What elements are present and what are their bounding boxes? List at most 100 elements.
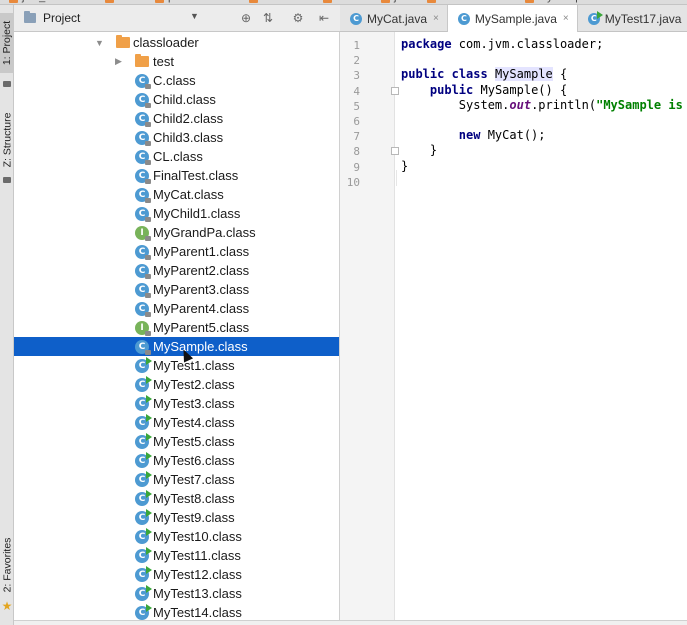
editor-tab[interactable]: C MySample.java × [447, 5, 578, 32]
close-icon[interactable]: × [563, 13, 569, 24]
code-line[interactable]: } [401, 143, 437, 157]
editor-tab-label: MySample.java [474, 11, 557, 26]
tree-item[interactable]: I MyGrandPa.class [14, 223, 339, 242]
hide-icon[interactable]: ⇤ [316, 10, 332, 26]
code-line[interactable]: System.out.println("MySample is l [401, 98, 687, 112]
tree-item[interactable]: C MyChild1.class [14, 204, 339, 223]
project-panel-title: Project [43, 11, 81, 25]
editor-tab[interactable]: C MyCat.java × [340, 5, 448, 32]
class-icon: C [135, 187, 151, 203]
tree-item[interactable]: C MyTest12.class [14, 565, 339, 584]
run-icon [146, 527, 152, 536]
interface-icon: I [135, 225, 151, 241]
code-line[interactable]: new MyCat(); [401, 128, 546, 142]
project-tree[interactable]: ▼ classloader ▶ test C C.class C Child.clas… [14, 32, 340, 625]
run-icon [146, 413, 152, 422]
class-icon: C [135, 489, 152, 506]
tree-folder-classloader[interactable]: ▼ classloader [14, 33, 339, 52]
tree-item[interactable]: C Child3.class [14, 128, 339, 147]
class-icon: C [135, 451, 152, 468]
tool-window-icon [3, 177, 11, 183]
code-editor[interactable]: 1 2 3 4 5 6 7 8 9 10 package com.jvm.classloader; p… [340, 32, 687, 625]
structure-tool-tab[interactable]: Z: Structure [0, 105, 14, 175]
tree-item-label: MyCat.class [153, 187, 224, 202]
tree-item[interactable]: C MyCat.class [14, 185, 339, 204]
tree-item[interactable]: C MyTest8.class [14, 489, 339, 508]
tree-item[interactable]: C MyTest4.class [14, 413, 339, 432]
close-icon[interactable]: × [433, 13, 439, 24]
favorites-tool-tab[interactable]: 2: Favorites [0, 530, 14, 600]
code-token: public [401, 67, 445, 82]
editor-tab[interactable]: CMyTest17.java× [578, 5, 687, 32]
tree-item-label: MyChild1.class [153, 206, 241, 221]
breadcrumb-item[interactable]: jvm [394, 0, 411, 3]
chevron-down-icon[interactable]: ▼ [190, 11, 199, 21]
lock-icon [145, 140, 151, 146]
fold-icon[interactable] [391, 86, 399, 95]
code-line[interactable]: public MySample() { [401, 83, 567, 97]
locate-icon[interactable]: ⊕ [238, 10, 254, 26]
tree-folder-test[interactable]: ▶ test [14, 52, 339, 71]
breadcrumb-folder-icon [9, 0, 18, 3]
tree-item[interactable]: C FinalTest.class [14, 166, 339, 185]
breadcrumb-item[interactable]: production [168, 0, 219, 3]
code-line[interactable]: package com.jvm.classloader; [401, 37, 603, 51]
class-icon: C [135, 339, 151, 355]
lock-icon [145, 330, 151, 336]
code-line[interactable]: public class MySample { [401, 67, 567, 82]
tree-item-label: MyTest9.class [153, 510, 235, 525]
code-line[interactable]: } [401, 159, 408, 173]
code-token: class [451, 67, 488, 82]
chevron-down-icon[interactable]: ▼ [95, 38, 104, 48]
tree-item[interactable]: C MySample.class [14, 337, 339, 356]
tree-item[interactable]: C MyParent4.class [14, 299, 339, 318]
tree-item[interactable]: C MyTest7.class [14, 470, 339, 489]
tree-item[interactable]: C MyTest9.class [14, 508, 339, 527]
breadcrumb-item[interactable]: MySample.class [538, 0, 618, 3]
status-divider [14, 620, 687, 625]
class-icon: C [135, 244, 151, 260]
breadcrumb-item[interactable]: com [336, 0, 357, 3]
class-icon: C [135, 301, 151, 317]
lock-icon [145, 292, 151, 298]
breadcrumb-item[interactable]: src [118, 0, 133, 3]
breadcrumb-item[interactable]: classloader [440, 0, 496, 3]
class-icon: C [135, 584, 152, 601]
tree-item-label: CL.class [153, 149, 203, 164]
tree-item[interactable]: C MyTest10.class [14, 527, 339, 546]
tree-item[interactable]: C Child2.class [14, 109, 339, 128]
class-icon: C [135, 263, 151, 279]
tree-item-label: MyTest10.class [153, 529, 242, 544]
breadcrumb-item[interactable]: classes [262, 0, 299, 3]
editor-tab-label: MyCat.java [367, 11, 428, 26]
tree-item-label: C.class [153, 73, 196, 88]
tree-item[interactable]: C MyTest2.class [14, 375, 339, 394]
breadcrumb-item[interactable]: jvm_lecture [22, 0, 78, 3]
settings-icon[interactable]: ⚙ [290, 10, 306, 26]
tree-item[interactable]: C MyTest5.class [14, 432, 339, 451]
tree-item[interactable]: C MyParent2.class [14, 261, 339, 280]
tree-item-label: MyTest8.class [153, 491, 235, 506]
tree-item[interactable]: C MyTest11.class [14, 546, 339, 565]
tree-item[interactable]: C C.class [14, 71, 339, 90]
tree-item[interactable]: C MyParent1.class [14, 242, 339, 261]
tree-item[interactable]: C MyTest6.class [14, 451, 339, 470]
tree-item[interactable]: C Child.class [14, 90, 339, 109]
favorites-tool-tab-label: 2: Favorites [1, 537, 14, 593]
collapse-icon[interactable]: ⇅ [260, 10, 276, 26]
chevron-right-icon[interactable]: ▶ [115, 56, 122, 67]
tree-item[interactable]: C MyTest1.class [14, 356, 339, 375]
class-icon: C [135, 149, 151, 165]
fold-icon[interactable] [391, 147, 399, 156]
tree-item-label: Child2.class [153, 111, 224, 126]
tree-item-label: FinalTest.class [153, 168, 239, 183]
folder-icon [116, 35, 130, 48]
tree-item[interactable]: C MyTest3.class [14, 394, 339, 413]
tree-item[interactable]: C MyTest13.class [14, 584, 339, 603]
project-tool-tab[interactable]: 1: Project [0, 13, 14, 73]
tree-item[interactable]: C CL.class [14, 147, 339, 166]
tree-item-label: MyTest12.class [153, 567, 242, 582]
tree-item[interactable]: I MyParent5.class [14, 318, 339, 337]
tree-item[interactable]: C MyParent3.class [14, 280, 339, 299]
